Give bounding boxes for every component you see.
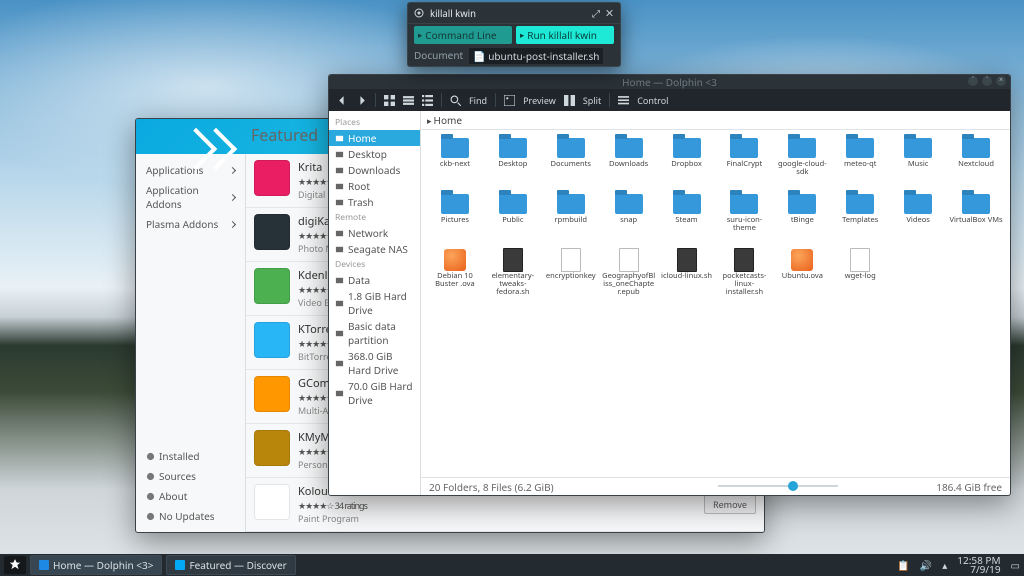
status-bar: 20 Folders, 8 Files (6.2 GiB) 186.4 GiB … (421, 477, 1010, 495)
sidebar-meta-no-updates[interactable]: No Updates (142, 506, 239, 526)
file-item[interactable]: Pictures (427, 192, 483, 246)
sidebar-cat[interactable]: Application Addons (142, 180, 239, 214)
breadcrumb[interactable]: ▸ Home (421, 111, 1010, 130)
volume-icon[interactable]: 🔊 (920, 558, 932, 572)
file-item[interactable]: google-cloud-sdk (774, 136, 830, 190)
doc-result[interactable]: 📄 ubuntu-post-installer.sh (469, 48, 603, 64)
clock[interactable]: 12:58 PM7/9/19 (957, 556, 1000, 574)
file-item[interactable]: Steam (659, 192, 715, 246)
task-dolphin[interactable]: Home — Dolphin <3> (30, 555, 162, 575)
place-item[interactable]: Trash (329, 194, 420, 210)
file-item[interactable]: Downloads (601, 136, 657, 190)
file-item[interactable]: Videos (890, 192, 946, 246)
menu-icon[interactable] (618, 95, 629, 106)
sidebar-meta-sources[interactable]: Sources (142, 466, 239, 486)
show-desktop-icon[interactable]: ▭ (1011, 558, 1020, 572)
file-item[interactable]: suru-icon-theme (717, 192, 773, 246)
sidebar-meta-about[interactable]: About (142, 486, 239, 506)
place-item[interactable]: Basic data partition (329, 318, 420, 348)
back-icon[interactable] (337, 95, 348, 106)
free-space: 186.4 GiB free (936, 480, 1002, 494)
file-item[interactable]: Desktop (485, 136, 541, 190)
sidebar-cat[interactable]: Plasma Addons (142, 214, 239, 234)
file-item[interactable]: Nextcloud (948, 136, 1004, 190)
clipboard-icon[interactable]: 📋 (897, 558, 909, 572)
place-item[interactable]: 368.0 GiB Hard Drive (329, 348, 420, 378)
file-item[interactable]: Debian 10 Buster .ova (427, 248, 483, 302)
close-icon[interactable] (606, 9, 614, 17)
minimize-button[interactable]: ˅ (968, 76, 978, 86)
place-item[interactable]: Desktop (329, 146, 420, 162)
place-item[interactable]: Data (329, 272, 420, 288)
forward-icon[interactable] (356, 95, 367, 106)
place-item[interactable]: Home (329, 130, 420, 146)
remote-header: Remote (329, 210, 420, 225)
file-item[interactable]: elementary-tweaks-fedora.sh (485, 248, 541, 302)
preview-button[interactable]: Preview (523, 94, 556, 107)
task-discover[interactable]: Featured — Discover (166, 555, 295, 575)
expand-icon[interactable]: ⤢ (592, 6, 600, 20)
discover-title: Featured (251, 124, 318, 146)
file-item[interactable]: wget-log (832, 248, 888, 302)
status-text: 20 Folders, 8 Files (6.2 GiB) (429, 480, 554, 494)
doc-label: Document (414, 48, 463, 64)
file-item[interactable]: Public (485, 192, 541, 246)
remove-button[interactable]: Remove (704, 495, 756, 514)
app-launcher[interactable] (4, 556, 26, 574)
taskbar: Home — Dolphin <3> Featured — Discover 📋… (0, 554, 1024, 576)
place-item[interactable]: 70.0 GiB Hard Drive (329, 378, 420, 408)
run-kill-option[interactable]: ▸ Run killall kwin (516, 26, 614, 44)
file-grid[interactable]: ckb-nextDesktopDocumentsDownloadsDropbox… (421, 130, 1010, 477)
krunner-input[interactable] (430, 7, 586, 20)
find-button[interactable]: Find (469, 94, 487, 107)
control-button[interactable]: Control (637, 94, 668, 107)
discover-sidebar: ApplicationsApplication AddonsPlasma Add… (136, 154, 246, 532)
maximize-button[interactable]: ˄ (982, 76, 992, 86)
places-header: Places (329, 115, 420, 130)
krunner: ⤢ ▸ Command Line ▸ Run killall kwin Docu… (407, 2, 621, 67)
zoom-slider[interactable] (718, 481, 838, 491)
search-icon[interactable] (450, 95, 461, 106)
place-item[interactable]: Downloads (329, 162, 420, 178)
file-item[interactable]: tBinge (774, 192, 830, 246)
places-panel: Places HomeDesktopDownloadsRootTrash Rem… (329, 111, 421, 495)
file-item[interactable]: icloud-linux.sh (659, 248, 715, 302)
file-item[interactable]: GeographyofBliss_oneChapter.epub (601, 248, 657, 302)
compact-view-icon[interactable] (403, 95, 414, 106)
file-item[interactable]: encryptionkey (543, 248, 599, 302)
close-button[interactable]: × (996, 76, 1006, 86)
file-item[interactable]: Music (890, 136, 946, 190)
file-item[interactable]: pocketcasts-linux-installer.sh (717, 248, 773, 302)
split-button[interactable]: Split (583, 94, 601, 107)
tray-arrow-icon[interactable]: ▴ (942, 558, 947, 572)
dolphin-toolbar: Find Preview Split Control (329, 89, 1010, 111)
dolphin-window: Home — Dolphin <3 ˅ ˄ × Find Preview Spl… (328, 74, 1011, 496)
details-view-icon[interactable] (422, 95, 433, 106)
devices-header: Devices (329, 257, 420, 272)
gear-icon[interactable] (414, 8, 424, 18)
file-item[interactable]: ckb-next (427, 136, 483, 190)
file-item[interactable]: Templates (832, 192, 888, 246)
dolphin-titlebar[interactable]: Home — Dolphin <3 ˅ ˄ × (329, 75, 1010, 89)
file-item[interactable]: VirtualBox VMs (948, 192, 1004, 246)
split-icon[interactable] (564, 95, 575, 106)
icons-view-icon[interactable] (384, 95, 395, 106)
preview-icon[interactable] (504, 95, 515, 106)
run-command-option[interactable]: ▸ Command Line (414, 26, 512, 44)
file-item[interactable]: rpmbuild (543, 192, 599, 246)
file-item[interactable]: snap (601, 192, 657, 246)
place-item[interactable]: Root (329, 178, 420, 194)
file-item[interactable]: Documents (543, 136, 599, 190)
place-item[interactable]: Network (329, 225, 420, 241)
window-title: Home — Dolphin <3 (622, 75, 717, 89)
place-item[interactable]: 1.8 GiB Hard Drive (329, 288, 420, 318)
file-item[interactable]: FinalCrypt (717, 136, 773, 190)
sidebar-meta-installed[interactable]: Installed (142, 446, 239, 466)
file-item[interactable]: Dropbox (659, 136, 715, 190)
file-item[interactable]: meteo-qt (832, 136, 888, 190)
system-tray[interactable]: 📋 🔊 ▴ 12:58 PM7/9/19 ▭ (897, 556, 1020, 574)
place-item[interactable]: Seagate NAS (329, 241, 420, 257)
file-item[interactable]: Ubuntu.ova (774, 248, 830, 302)
